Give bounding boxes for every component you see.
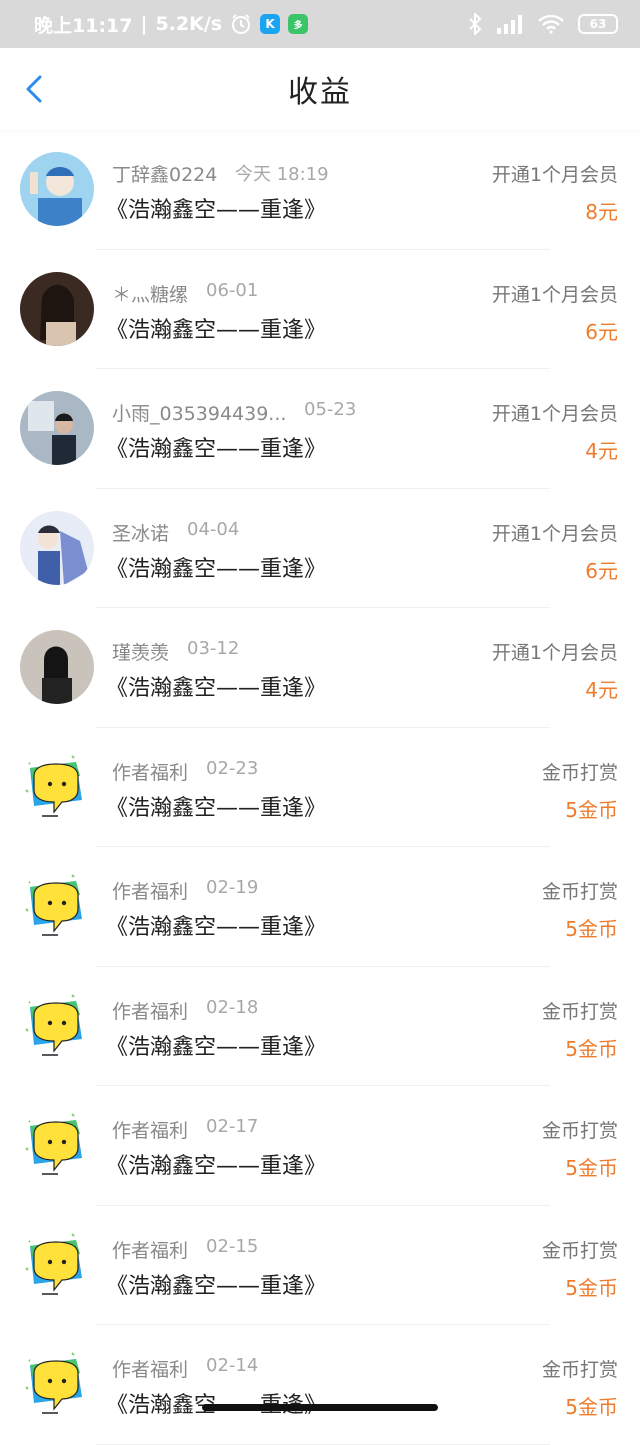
home-indicator[interactable]	[202, 1404, 438, 1411]
avatar[interactable]	[20, 1108, 94, 1182]
timestamp: 02-18	[206, 996, 259, 1018]
battery-icon: 63	[578, 14, 618, 34]
status-separator: |	[140, 13, 148, 35]
avatar[interactable]	[20, 510, 94, 585]
chevron-left-icon	[26, 75, 42, 103]
avatar[interactable]	[20, 749, 94, 824]
timestamp: 02-15	[206, 1235, 259, 1257]
timestamp: 03-12	[187, 638, 240, 659]
income-amount: 5金币	[565, 797, 618, 822]
book-title: 《浩瀚鑫空——重逢》	[106, 676, 327, 701]
book-title: 《浩瀚鑫空——重逢》	[106, 198, 327, 223]
status-time: 晚上11:17	[34, 14, 133, 37]
income-type: 金币打赏	[541, 1120, 618, 1142]
book-title: 《浩瀚鑫空——重逢》	[106, 437, 327, 462]
income-amount: 5金币	[565, 917, 618, 941]
income-amount: 5金币	[565, 1395, 618, 1419]
user-name[interactable]: 作者福利	[112, 1236, 188, 1263]
income-type: 金币打赏	[541, 1239, 618, 1262]
avatar[interactable]	[20, 271, 94, 346]
income-type: 开通1个月会员	[491, 283, 618, 306]
earnings-list: 丁辞鑫0224 今天 18:19 《浩瀚鑫空——重逢》 开通1个月会员 8元 ＊灬糖缧 06…	[0, 130, 640, 1445]
income-type: 开通1个月会员	[491, 522, 618, 545]
avatar[interactable]	[20, 988, 94, 1063]
book-title: 《浩瀚鑫空——重逢》	[106, 556, 327, 582]
alarm-icon	[230, 13, 252, 35]
status-bar: 晚上11:17 | 5.2K/s K 多 63	[0, 0, 640, 48]
book-title: 《浩瀚鑫空——重逢》	[106, 915, 327, 940]
book-title: 《浩瀚鑫空——重逢》	[106, 1387, 326, 1419]
income-amount: 5金币	[565, 1156, 618, 1180]
list-item[interactable]: 丁辞鑫0224 今天 18:19 《浩瀚鑫空——重逢》 开通1个月会员 8元	[0, 130, 640, 250]
timestamp: 今天 18:19	[235, 164, 329, 185]
app-k-icon: K	[260, 14, 281, 34]
nav-bar: 收益	[0, 48, 640, 130]
page-title: 收益	[288, 75, 352, 110]
back-button[interactable]	[20, 74, 50, 104]
income-amount: 6元	[585, 558, 618, 583]
list-item[interactable]: 瑾羡羡 03-12 《浩瀚鑫空——重逢》 开通1个月会员 4元	[0, 608, 640, 728]
divider	[96, 1443, 550, 1445]
list-item[interactable]: ＊灬糖缧 06-01 《浩瀚鑫空——重逢》 开通1个月会员 6元	[0, 250, 640, 369]
wifi-icon	[538, 14, 564, 34]
status-left: 晚上11:17 | 5.2K/s K 多	[34, 11, 468, 38]
income-amount: 4元	[585, 439, 618, 463]
book-title: 《浩瀚鑫空——重逢》	[106, 795, 327, 821]
status-right: 63	[468, 13, 618, 35]
list-item[interactable]: 作者福利 02-14 《浩瀚鑫空——重逢》 金币打赏 5金币	[0, 1325, 640, 1445]
income-type: 金币打赏	[541, 881, 618, 903]
income-amount: 5金币	[565, 1275, 618, 1300]
income-amount: 5金币	[565, 1036, 618, 1061]
list-item[interactable]: 作者福利 02-23 《浩瀚鑫空——重逢》 金币打赏 5金币	[0, 728, 640, 847]
income-type: 金币打赏	[541, 761, 618, 784]
income-type: 开通1个月会员	[491, 403, 618, 425]
user-name[interactable]: 作者福利	[112, 997, 188, 1024]
list-item[interactable]: 小雨_035394439... 05-23 《浩瀚鑫空——重逢》 开通1个月会员 4元	[0, 369, 640, 489]
list-item[interactable]: 作者福利 02-18 《浩瀚鑫空——重逢》 金币打赏 5金币	[0, 967, 640, 1086]
user-name[interactable]: 瑾羡羡	[112, 638, 169, 665]
avatar[interactable]	[20, 869, 94, 943]
status-speed: 5.2K/s	[155, 13, 223, 35]
signal-icon	[496, 14, 524, 34]
list-item[interactable]: 圣冰诺 04-04 《浩瀚鑫空——重逢》 开通1个月会员 6元	[0, 489, 640, 608]
income-type: 开通1个月会员	[491, 164, 618, 186]
book-title: 《浩瀚鑫空——重逢》	[106, 1034, 327, 1060]
avatar[interactable]	[20, 152, 94, 226]
timestamp: 02-19	[206, 877, 259, 898]
avatar[interactable]	[20, 1347, 94, 1421]
user-name[interactable]: 作者福利	[112, 758, 188, 785]
user-name[interactable]: 小雨_035394439...	[112, 399, 286, 426]
list-item[interactable]: 作者福利 02-15 《浩瀚鑫空——重逢》 金币打赏 5金币	[0, 1206, 640, 1325]
avatar[interactable]	[20, 1227, 94, 1302]
income-amount: 8元	[585, 200, 618, 224]
avatar[interactable]	[20, 391, 94, 465]
user-name[interactable]: 作者福利	[112, 1116, 188, 1143]
list-item[interactable]: 作者福利 02-19 《浩瀚鑫空——重逢》 金币打赏 5金币	[0, 847, 640, 967]
book-title: 《浩瀚鑫空——重逢》	[106, 1273, 327, 1299]
avatar[interactable]	[20, 630, 94, 704]
list-item[interactable]: 作者福利 02-17 《浩瀚鑫空——重逢》 金币打赏 5金币	[0, 1086, 640, 1206]
timestamp: 02-23	[206, 757, 259, 779]
income-type: 金币打赏	[541, 1000, 618, 1023]
timestamp: 02-14	[206, 1355, 259, 1376]
book-title: 《浩瀚鑫空——重逢》	[106, 1154, 327, 1179]
income-type: 开通1个月会员	[491, 642, 618, 664]
user-name[interactable]: 作者福利	[112, 1355, 188, 1382]
timestamp: 05-23	[304, 399, 357, 420]
income-amount: 6元	[585, 319, 618, 344]
timestamp: 02-17	[206, 1116, 259, 1137]
income-amount: 4元	[585, 678, 618, 702]
timestamp: 04-04	[187, 518, 240, 540]
income-type: 金币打赏	[541, 1359, 618, 1381]
book-title: 《浩瀚鑫空——重逢》	[106, 317, 327, 343]
user-name[interactable]: 圣冰诺	[112, 519, 169, 546]
user-name[interactable]: 作者福利	[112, 877, 188, 904]
app-green-icon: 多	[288, 14, 309, 34]
user-name[interactable]: ＊灬糖缧	[112, 280, 188, 307]
user-name[interactable]: 丁辞鑫0224	[112, 160, 217, 187]
bluetooth-icon	[468, 13, 482, 35]
timestamp: 06-01	[206, 279, 259, 301]
